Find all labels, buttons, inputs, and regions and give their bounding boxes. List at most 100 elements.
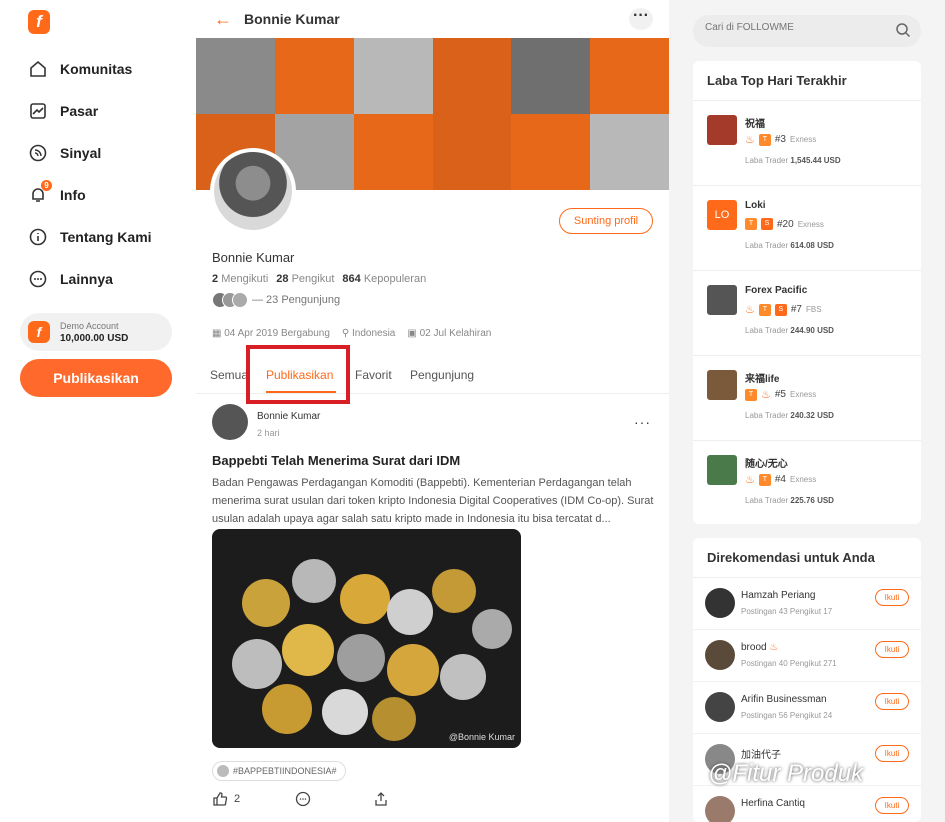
coin (340, 574, 390, 624)
nav-item-tentang-kami[interactable]: Tentang Kami (28, 225, 152, 249)
location: ⚲ Indonesia (341, 328, 396, 339)
followme-logo-small: f (28, 321, 50, 343)
post-body[interactable]: Badan Pengawas Perdagangan Komoditi (Bap… (212, 474, 657, 528)
more-icon (28, 269, 48, 289)
trader-badges: ♨ T S #7 FBS (745, 303, 822, 316)
recommended-user[interactable]: brood ♨ Postingan 40 Pengikut 271 Ikuti (693, 630, 921, 682)
tab-pengunjung[interactable]: Pengunjung (410, 368, 474, 382)
post-author-name[interactable]: Bonnie Kumar (257, 411, 320, 422)
check-icon (217, 765, 229, 777)
banner-tile (511, 38, 591, 114)
trader-row[interactable]: Forex Pacific ♨ T S #7 FBS Laba Trader 244.… (693, 271, 921, 356)
cake-icon: ▣ (407, 328, 417, 339)
follow-button[interactable]: Ikuti (875, 745, 909, 762)
visitor-avatar (232, 292, 248, 308)
hashtag-chip[interactable]: #BAPPEBTIINDONESIA# (212, 761, 346, 781)
user-name: Hamzah Periang (741, 590, 816, 601)
user-meta: Postingan 43 Pengikut 17 (741, 607, 833, 616)
recommended-user[interactable]: Hamzah Periang Postingan 43 Pengikut 17 … (693, 578, 921, 630)
followme-logo[interactable]: f (28, 10, 50, 34)
profile-avatar[interactable] (210, 148, 296, 234)
trader-profit: Laba Trader 244.90 USD (745, 326, 834, 335)
nav-item-sinyal[interactable]: Sinyal (28, 141, 101, 165)
post-author-avatar[interactable] (212, 404, 248, 440)
follow-button[interactable]: Ikuti (875, 797, 909, 814)
post-image[interactable]: @Bonnie Kumar (212, 529, 521, 748)
demo-account-card[interactable]: f Demo Account 10,000.00 USD (20, 313, 172, 351)
tab-favorit[interactable]: Favorit (355, 368, 392, 382)
coin (262, 684, 312, 734)
follow-button[interactable]: Ikuti (875, 589, 909, 606)
profile-meta: ▦ 04 Apr 2019 Bergabung ⚲ Indonesia ▣ 02… (212, 328, 491, 339)
banner-tile (353, 38, 433, 114)
location-pin-icon: ⚲ (341, 328, 350, 339)
follow-button[interactable]: Ikuti (875, 693, 909, 710)
nav-item-pasar[interactable]: Pasar (28, 99, 98, 123)
trader-name: Forex Pacific (745, 285, 808, 296)
profile-stats: 2 Mengikuti 28 Pengikut 864 Kepopuleran (212, 273, 426, 285)
post-title[interactable]: Bappebti Telah Menerima Surat dari IDM (212, 453, 460, 468)
share-button[interactable] (373, 791, 389, 807)
edit-profile-button[interactable]: Sunting profil (559, 208, 653, 234)
bell-icon: 9 (28, 180, 52, 205)
signal-icon (28, 143, 48, 163)
trader-avatar (707, 115, 737, 145)
fire-icon: ♨ (761, 389, 771, 401)
search-input[interactable] (705, 22, 885, 33)
coin (292, 559, 336, 603)
banner-tile (590, 114, 669, 190)
nav-item-info[interactable]: 9 Info (28, 180, 86, 207)
more-options-button[interactable]: ··· (629, 8, 653, 30)
trader-badge-icon: S (774, 303, 787, 316)
back-arrow-icon[interactable]: ← (214, 9, 232, 30)
panel-title: Direkomendasi untuk Anda (693, 538, 921, 578)
comment-button[interactable] (295, 791, 311, 807)
trader-avatar (707, 285, 737, 315)
like-count: 2 (234, 793, 241, 805)
following-stat[interactable]: 2 Mengikuti (212, 273, 268, 285)
recommended-user[interactable]: Herfina Cantiq Ikuti (693, 786, 921, 822)
nav-item-lainnya[interactable]: Lainnya (28, 267, 113, 291)
visitors-row[interactable]: — 23 Pengunjung (212, 292, 340, 308)
trader-badge-icon: S (761, 218, 773, 230)
user-avatar (705, 588, 735, 618)
banner-tile (590, 38, 669, 114)
tab-semua[interactable]: Semua (210, 368, 248, 382)
nav-label: Sinyal (60, 145, 102, 161)
search-bar[interactable] (693, 15, 921, 47)
coin (387, 644, 439, 696)
notification-badge: 9 (41, 180, 52, 191)
trader-row[interactable]: 祝福 ♨ T #3 Exness Laba Trader 1,545.44 USD (693, 101, 921, 186)
trader-avatar (707, 455, 737, 485)
nav-label: Lainnya (60, 271, 113, 287)
panel-title: Laba Top Hari Terakhir (693, 61, 921, 101)
hashtag-label: #BAPPEBTIINDONESIA# (233, 766, 337, 776)
banner-tile (274, 38, 354, 114)
trader-row[interactable]: LO Loki TS #20 Exness Laba Trader 614.08 … (693, 186, 921, 271)
trader-row[interactable]: 随心/无心 ♨ T #4 Exness Laba Trader 225.76 USD (693, 441, 921, 526)
post-actions: 2 (212, 791, 392, 807)
search-icon[interactable] (895, 22, 911, 43)
calendar-icon: ▦ (212, 328, 222, 339)
trader-row[interactable]: 来福life T ♨ #5 Exness Laba Trader 240.32 US… (693, 356, 921, 441)
recommended-user[interactable]: Arifin Businessman Postingan 56 Pengikut… (693, 682, 921, 734)
coin (472, 609, 512, 649)
like-button[interactable]: 2 (212, 791, 240, 807)
trader-badges: ♨ T #4 Exness (745, 473, 817, 486)
banner-tile (432, 114, 512, 190)
trader-name: 随心/无心 (745, 459, 788, 470)
profile-topbar: ← Bonnie Kumar (196, 0, 669, 38)
follow-button[interactable]: Ikuti (875, 641, 909, 658)
publish-button[interactable]: Publikasikan (20, 359, 172, 397)
post-more-button[interactable]: ··· (634, 414, 651, 430)
coin (322, 689, 368, 735)
fire-icon: ♨ (745, 474, 755, 486)
profile-column: ← Bonnie Kumar ··· Sunting profil Bonnie… (196, 0, 669, 822)
visitors-count: — 23 Pengunjung (252, 294, 341, 306)
left-sidebar: f Komunitas Pasar Sinyal 9 Info Tentang … (0, 0, 196, 822)
trader-avatar: LO (707, 200, 737, 230)
followers-stat[interactable]: 28 Pengikut (276, 273, 334, 285)
nav-item-komunitas[interactable]: Komunitas (28, 57, 132, 81)
fire-icon: ♨ (769, 642, 779, 653)
nav-label: Pasar (60, 103, 99, 119)
